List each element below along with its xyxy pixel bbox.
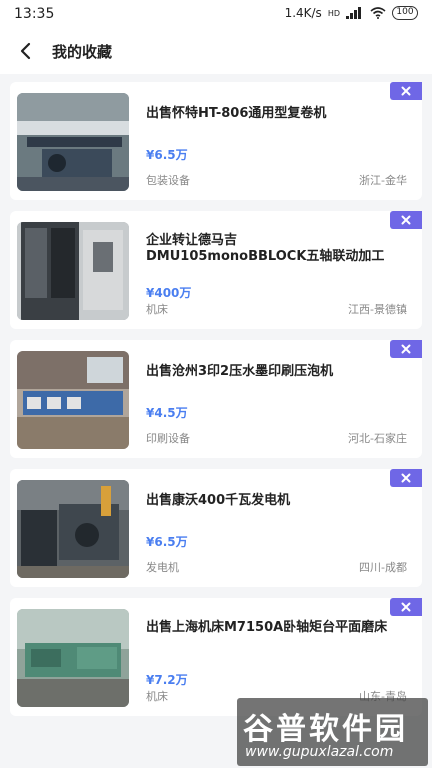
status-indicators: 1.4K/s HD 100 [285, 6, 418, 20]
item-price: ¥6.5万 [146, 535, 188, 549]
close-icon [401, 602, 411, 612]
favorite-item[interactable]: 出售怀特HT-806通用型复卷机 ¥6.5万 包装设备 浙江-金华 [10, 82, 422, 200]
item-title: 企业转让德马吉DMU105monoBBLOCK五轴联动加工 [146, 233, 385, 264]
remove-favorite-button[interactable] [390, 598, 422, 616]
close-icon [401, 86, 411, 96]
remove-favorite-button[interactable] [390, 340, 422, 358]
item-thumbnail [17, 222, 129, 320]
battery-icon: 100 [392, 6, 418, 20]
remove-favorite-button[interactable] [390, 82, 422, 100]
watermark-logo: 谷普软件园 www.gupuxlazal.com [237, 698, 428, 766]
signal-icon [346, 7, 364, 19]
status-bar: 13:35 1.4K/s HD 100 [0, 0, 432, 28]
close-icon [401, 473, 411, 483]
item-price: ¥400万 [146, 286, 192, 300]
item-category: 包装设备 [146, 174, 190, 187]
back-button[interactable] [10, 36, 40, 66]
status-time: 13:35 [14, 6, 55, 22]
item-location: 浙江-金华 [359, 174, 407, 187]
item-location: 河北-石家庄 [348, 432, 407, 445]
item-location: 江西-景德镇 [348, 303, 407, 316]
close-icon [401, 215, 411, 225]
remove-favorite-button[interactable] [390, 469, 422, 487]
item-price: ¥6.5万 [146, 148, 188, 162]
favorite-item[interactable]: 出售沧州3印2压水墨印刷压泡机 ¥4.5万 印刷设备 河北-石家庄 [10, 340, 422, 458]
favorite-item[interactable]: 企业转让德马吉DMU105monoBBLOCK五轴联动加工 ¥400万 机床 江… [10, 211, 422, 329]
item-thumbnail [17, 480, 129, 578]
item-thumbnail [17, 93, 129, 191]
item-category: 发电机 [146, 561, 179, 574]
item-price: ¥4.5万 [146, 406, 188, 420]
item-category: 机床 [146, 690, 168, 703]
back-arrow-icon [20, 42, 31, 60]
nav-bar: 我的收藏 [0, 28, 432, 74]
wifi-icon [370, 7, 386, 19]
watermark-url: www.gupuxlazal.com [245, 744, 394, 760]
item-category: 印刷设备 [146, 432, 190, 445]
remove-favorite-button[interactable] [390, 211, 422, 229]
item-title: 出售沧州3印2压水墨印刷压泡机 [146, 364, 334, 379]
network-speed: 1.4K/s [284, 6, 322, 20]
network-type: HD [327, 8, 340, 18]
item-price: ¥7.2万 [146, 673, 188, 687]
item-location: 四川-成都 [359, 561, 407, 574]
watermark-brand: 谷普软件园 [243, 712, 408, 747]
close-icon [401, 344, 411, 354]
favorite-item[interactable]: 出售康沃400千瓦发电机 ¥6.5万 发电机 四川-成都 [10, 469, 422, 587]
item-title: 出售康沃400千瓦发电机 [146, 493, 291, 508]
item-category: 机床 [146, 303, 168, 316]
item-thumbnail [17, 609, 129, 707]
item-thumbnail [17, 351, 129, 449]
item-title: 出售怀特HT-806通用型复卷机 [146, 106, 327, 121]
item-title: 出售上海机床M7150A卧轴矩台平面磨床 [146, 620, 388, 635]
page-title: 我的收藏 [52, 43, 113, 61]
